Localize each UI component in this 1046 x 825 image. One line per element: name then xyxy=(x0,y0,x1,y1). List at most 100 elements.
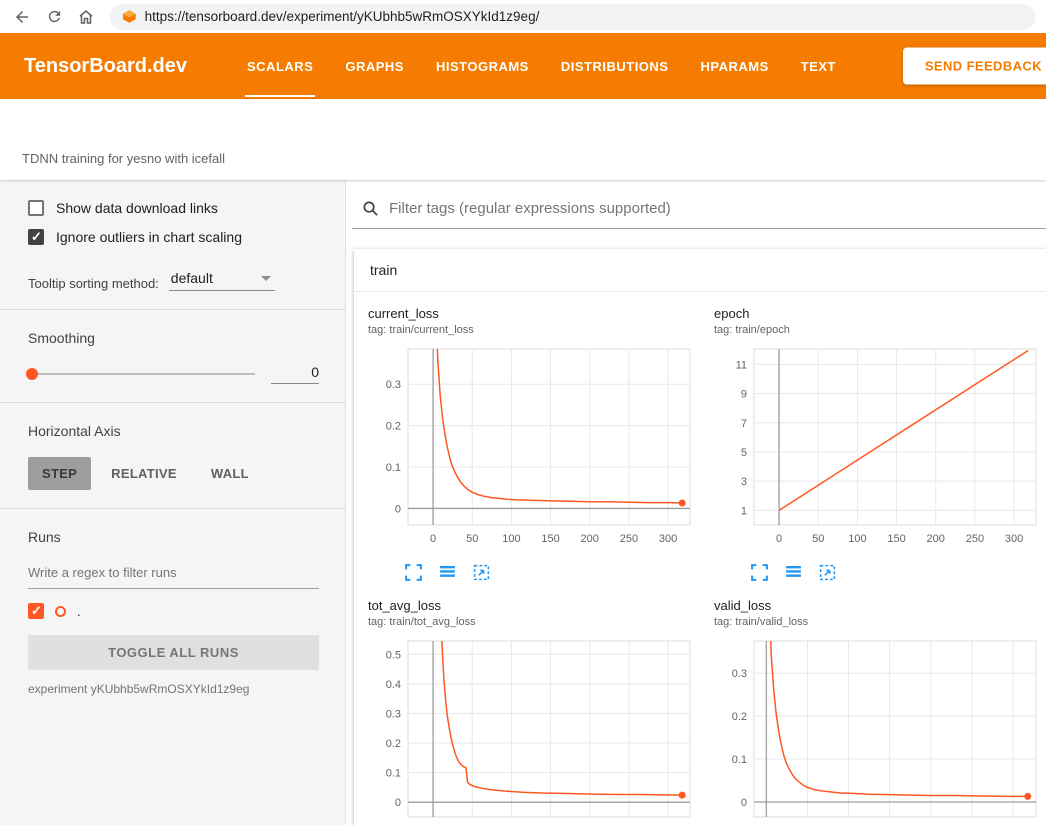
svg-text:150: 150 xyxy=(887,533,905,545)
tab-histograms[interactable]: HISTOGRAMS xyxy=(420,33,545,99)
back-icon[interactable] xyxy=(10,5,34,29)
send-feedback-button[interactable]: SEND FEEDBACK xyxy=(903,48,1046,85)
svg-text:0.5: 0.5 xyxy=(386,649,401,661)
svg-text:5: 5 xyxy=(741,447,747,459)
chart-plot[interactable]: 05010015020025030000.10.20.3 xyxy=(360,344,698,550)
chart-toolbar xyxy=(750,563,1044,582)
show-download-links-label: Show data download links xyxy=(56,200,218,216)
svg-text:50: 50 xyxy=(812,533,824,545)
tag-filter-input[interactable] xyxy=(389,200,1046,217)
svg-text:0.3: 0.3 xyxy=(386,708,401,720)
chart-tag: tag: train/epoch xyxy=(714,324,1044,336)
train-section-header[interactable]: train xyxy=(354,249,1046,292)
svg-text:0.3: 0.3 xyxy=(732,668,747,680)
fullscreen-icon[interactable] xyxy=(404,563,423,582)
svg-text:0.2: 0.2 xyxy=(386,421,401,433)
experiment-caption: experiment yKUbhb5wRmOSXYkId1z9eg xyxy=(28,682,319,696)
tooltip-sorting-value: default xyxy=(171,270,213,286)
svg-text:0.3: 0.3 xyxy=(386,379,401,391)
tab-hparams[interactable]: HPARAMS xyxy=(684,33,784,99)
svg-text:300: 300 xyxy=(659,533,677,545)
chart-plot[interactable]: 0501001502002503001357911 xyxy=(706,344,1044,550)
axis-step-button[interactable]: STEP xyxy=(28,457,91,490)
chart-title: current_loss xyxy=(368,306,698,321)
svg-text:100: 100 xyxy=(848,533,866,545)
svg-text:100: 100 xyxy=(502,533,520,545)
svg-text:0.1: 0.1 xyxy=(732,754,747,766)
chart-tag: tag: train/tot_avg_loss xyxy=(368,616,698,628)
sidebar-divider xyxy=(0,402,345,403)
run-checkbox[interactable] xyxy=(28,603,44,619)
chart-toolbar xyxy=(404,563,698,582)
ignore-outliers-checkbox[interactable] xyxy=(28,229,44,245)
smoothing-slider[interactable] xyxy=(28,373,255,375)
horizontal-axis-label: Horizontal Axis xyxy=(28,423,319,439)
search-icon xyxy=(362,200,379,217)
tag-filter-row xyxy=(352,192,1046,229)
runs-label: Runs xyxy=(28,529,319,545)
dropdown-arrow-icon xyxy=(261,276,271,281)
experiment-title-strip: TDNN training for yesno with icefall xyxy=(0,99,1046,180)
nav-tabs: SCALARS GRAPHS HISTOGRAMS DISTRIBUTIONS … xyxy=(231,33,852,99)
smoothing-label: Smoothing xyxy=(28,330,319,346)
svg-text:0: 0 xyxy=(776,533,782,545)
tab-distributions[interactable]: DISTRIBUTIONS xyxy=(545,33,685,99)
fit-domain-icon[interactable] xyxy=(472,563,491,582)
chart-plot[interactable]: 05010015020025030000.10.20.30.40.5 xyxy=(360,636,698,825)
svg-text:0.1: 0.1 xyxy=(386,462,401,474)
experiment-title: TDNN training for yesno with icefall xyxy=(22,151,225,166)
chart-title: tot_avg_loss xyxy=(368,598,698,613)
data-list-icon[interactable] xyxy=(438,563,457,582)
chart-tag: tag: train/valid_loss xyxy=(714,616,1044,628)
home-icon[interactable] xyxy=(74,5,98,29)
svg-text:200: 200 xyxy=(581,533,599,545)
run-color-swatch-icon xyxy=(55,606,66,617)
chart-title: epoch xyxy=(714,306,1044,321)
settings-sidebar: Show data download links Ignore outliers… xyxy=(0,180,346,825)
smoothing-slider-knob[interactable] xyxy=(26,368,38,380)
chart-card-tot_avg_loss: tot_avg_losstag: train/tot_avg_loss05010… xyxy=(356,598,702,825)
runs-filter-input[interactable] xyxy=(28,563,319,589)
tab-text[interactable]: TEXT xyxy=(785,33,852,99)
url-input[interactable] xyxy=(145,9,1024,24)
svg-text:300: 300 xyxy=(1005,533,1023,545)
ignore-outliers-label: Ignore outliers in chart scaling xyxy=(56,229,242,245)
tooltip-sorting-select[interactable]: default xyxy=(169,269,275,291)
brand-logo[interactable]: TensorBoard.dev xyxy=(24,55,187,78)
show-download-links-checkbox[interactable] xyxy=(28,200,44,216)
fullscreen-icon[interactable] xyxy=(750,563,769,582)
svg-text:0: 0 xyxy=(395,503,401,515)
smoothing-value-input[interactable] xyxy=(271,364,319,384)
svg-text:9: 9 xyxy=(741,389,747,401)
svg-text:1: 1 xyxy=(741,505,747,517)
chart-plot[interactable]: 5010015020025030000.10.20.3 xyxy=(706,636,1044,825)
svg-text:250: 250 xyxy=(620,533,638,545)
axis-wall-button[interactable]: WALL xyxy=(197,457,263,490)
run-name: . xyxy=(77,604,81,619)
run-row: . xyxy=(28,603,319,619)
tooltip-sorting-label: Tooltip sorting method: xyxy=(28,276,159,291)
svg-text:0.4: 0.4 xyxy=(386,679,401,691)
svg-text:50: 50 xyxy=(466,533,478,545)
chart-card-current_loss: current_losstag: train/current_loss05010… xyxy=(356,306,702,582)
svg-text:200: 200 xyxy=(927,533,945,545)
sidebar-divider xyxy=(0,508,345,509)
app-header: TensorBoard.dev SCALARS GRAPHS HISTOGRAM… xyxy=(0,33,1046,99)
svg-text:3: 3 xyxy=(741,476,747,488)
fit-domain-icon[interactable] xyxy=(818,563,837,582)
svg-text:150: 150 xyxy=(541,533,559,545)
data-list-icon[interactable] xyxy=(784,563,803,582)
chart-card-valid_loss: valid_losstag: train/valid_loss501001502… xyxy=(702,598,1046,825)
tensorboard-favicon xyxy=(122,9,137,24)
tab-scalars[interactable]: SCALARS xyxy=(231,33,329,99)
svg-text:11: 11 xyxy=(736,359,747,371)
address-bar[interactable] xyxy=(110,4,1036,30)
axis-relative-button[interactable]: RELATIVE xyxy=(97,457,191,490)
chart-grid: current_losstag: train/current_loss05010… xyxy=(354,292,1046,825)
reload-icon[interactable] xyxy=(42,5,66,29)
browser-toolbar xyxy=(0,0,1046,33)
tab-graphs[interactable]: GRAPHS xyxy=(329,33,420,99)
toggle-all-runs-button[interactable]: TOGGLE ALL RUNS xyxy=(28,635,319,670)
sidebar-divider xyxy=(0,309,345,310)
svg-text:7: 7 xyxy=(741,418,747,430)
